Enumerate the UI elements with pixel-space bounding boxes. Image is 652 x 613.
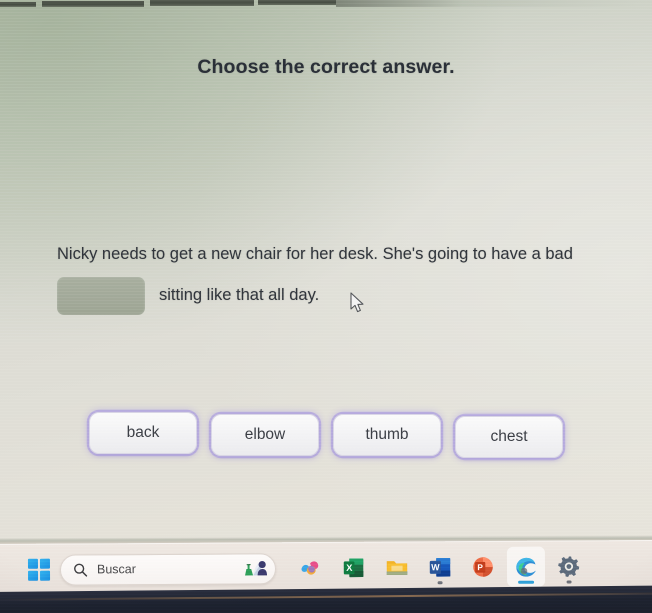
windows-logo-pane bbox=[28, 570, 38, 581]
taskbar-item-file-explorer[interactable] bbox=[378, 547, 416, 587]
taskbar-running-indicator bbox=[566, 580, 572, 584]
page-title: Choose the correct answer. bbox=[197, 56, 455, 78]
top-toolbar-segment bbox=[42, 1, 144, 7]
question-text-line-2: sitting like that all day. bbox=[57, 276, 637, 315]
laptop-screen-photo: Choose the correct answer. Nicky needs t… bbox=[0, 0, 652, 613]
taskbar-active-indicator bbox=[518, 580, 535, 584]
windows-logo-icon[interactable] bbox=[27, 558, 51, 581]
svg-text:P: P bbox=[477, 562, 483, 572]
windows-logo-pane bbox=[40, 570, 51, 581]
question-text-line-1: Nicky needs to get a new chair for her d… bbox=[57, 245, 573, 263]
question-body: Nicky needs to get a new chair for her d… bbox=[57, 246, 637, 315]
gear-icon bbox=[558, 556, 580, 577]
taskbar-item-settings[interactable] bbox=[550, 546, 588, 586]
bezel-reflection bbox=[0, 592, 652, 602]
top-toolbar-segment bbox=[150, 0, 254, 6]
taskbar-item-copilot[interactable] bbox=[292, 548, 330, 588]
answer-choice-elbow[interactable]: elbow bbox=[211, 414, 319, 456]
search-icon bbox=[74, 563, 88, 577]
taskbar-item-microsoft-edge[interactable] bbox=[506, 546, 546, 587]
taskbar-running-indicator bbox=[437, 581, 443, 585]
taskbar-item-excel[interactable]: X bbox=[335, 548, 373, 588]
powerpoint-icon: P bbox=[473, 557, 493, 577]
windows-logo-pane bbox=[27, 558, 38, 569]
top-toolbar-fade bbox=[336, 0, 652, 7]
taskbar-search-box[interactable]: Buscar bbox=[59, 552, 277, 586]
top-toolbar-segment bbox=[258, 0, 336, 5]
widgets-icon[interactable] bbox=[244, 558, 268, 578]
cropped-top-toolbar bbox=[0, 0, 652, 9]
edge-icon bbox=[516, 557, 536, 577]
taskbar-item-powerpoint[interactable]: P bbox=[464, 547, 502, 587]
answer-choice-chest[interactable]: chest bbox=[455, 416, 563, 458]
answer-blank-dropzone[interactable] bbox=[57, 276, 145, 315]
copilot-icon bbox=[301, 561, 319, 575]
answer-choice-list: back elbow thumb chest bbox=[0, 412, 652, 458]
taskbar-left-group: Buscar bbox=[0, 552, 277, 586]
answer-choice-thumb[interactable]: thumb bbox=[333, 414, 441, 456]
taskbar-item-word[interactable]: W bbox=[421, 547, 459, 587]
svg-text:X: X bbox=[346, 563, 353, 573]
taskbar-pinned-apps: X W P bbox=[292, 546, 588, 588]
word-icon: W bbox=[429, 557, 451, 577]
taskbar-search-label: Buscar bbox=[96, 562, 136, 577]
question-text-tail: sitting like that all day. bbox=[159, 286, 320, 305]
folder-icon bbox=[386, 561, 408, 576]
svg-text:W: W bbox=[431, 562, 440, 572]
excel-icon: X bbox=[343, 558, 364, 578]
top-toolbar-segment bbox=[0, 2, 36, 7]
windows-logo-pane bbox=[40, 558, 50, 569]
answer-choice-back[interactable]: back bbox=[89, 412, 197, 454]
